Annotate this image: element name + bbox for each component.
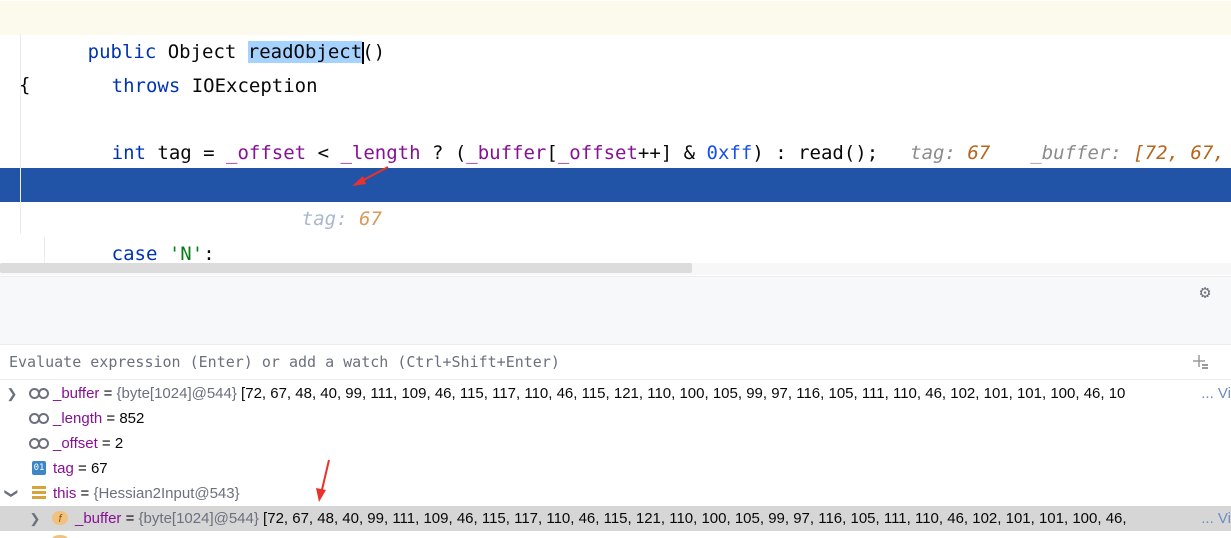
debugger-subbar: ⋮ — [0, 310, 1231, 345]
code-text: tag = — [145, 142, 227, 164]
object-icon — [32, 486, 46, 500]
variables-tree[interactable]: ❯ _buffer = {byte[1024]@544} [72, 67, 48… — [0, 380, 1231, 538]
annotation-arrow-icon — [352, 166, 389, 186]
code-text: < — [306, 142, 341, 164]
evaluate-bar: ⋮ — [0, 345, 1231, 380]
field-icon: f — [52, 511, 68, 525]
field-offset: _offset — [226, 142, 307, 164]
more-icon[interactable]: ⋮ — [1225, 316, 1231, 336]
chevron-right-icon[interactable]: ❯ — [6, 381, 18, 406]
variable-name: tag — [53, 460, 74, 477]
variable-row-buffer[interactable]: ❯ _buffer = {byte[1024]@544} [72, 67, 48… — [0, 381, 1231, 406]
watch-icon — [29, 436, 49, 450]
variable-value: [72, 67, 48, 40, 99, 111, 109, 46, 115, … — [236, 385, 1126, 402]
view-link[interactable]: ... Vi — [1197, 506, 1231, 531]
primitive-icon: 01 — [32, 461, 46, 475]
variable-row-tag[interactable]: 01 tag = 67 — [0, 456, 1231, 481]
equals-sign: = — [97, 435, 115, 452]
code-line-tag-assignment[interactable]: int tag = _offset < _length ? (_buffer[_… — [0, 102, 1231, 164]
variable-value: [72, 67, 48, 40, 99, 111, 109, 46, 115, … — [258, 510, 1127, 527]
keyword-int: int — [111, 142, 146, 164]
variable-name: this — [53, 485, 77, 502]
indent-guide — [20, 34, 21, 234]
equals-sign: = — [99, 385, 117, 402]
equals-sign: = — [73, 460, 91, 477]
variable-type: {byte[1024]@544} — [138, 510, 259, 527]
code-editor[interactable]: public Object readObject() throws IOExce… — [0, 0, 1231, 275]
inline-value-tag: tag: 67 — [910, 142, 991, 164]
evaluate-expression-input[interactable] — [9, 345, 1179, 379]
more-icon[interactable]: ⋮ — [1225, 283, 1231, 303]
variable-name: _offset — [53, 435, 98, 452]
code-line-method-signature[interactable]: public Object readObject() — [0, 1, 1231, 64]
hex-literal: 0xff — [706, 142, 753, 164]
variable-value: 2 — [114, 435, 124, 452]
gear-icon[interactable]: ⚙ — [1195, 283, 1215, 303]
variable-type: {Hessian2Input@543} — [93, 485, 240, 502]
debugger-toolbar: ⚙ ⋮ — [0, 276, 1231, 311]
variable-row-this[interactable]: ❯ this = {Hessian2Input@543} — [0, 481, 1231, 506]
code-line-throws[interactable]: throws IOException — [0, 35, 1231, 97]
equals-sign: = — [76, 485, 94, 502]
watch-icon — [29, 386, 49, 400]
code-text: ++] & — [637, 142, 707, 164]
equals-sign: = — [102, 410, 120, 427]
field-offset: _offset — [557, 142, 638, 164]
code-line-open-brace[interactable]: { — [0, 68, 1231, 102]
watch-icon — [29, 411, 49, 425]
indent-guide — [44, 237, 45, 263]
variable-row-this-buffer[interactable]: ❯ f _buffer = {byte[1024]@544} [72, 67, … — [0, 506, 1231, 531]
plus-icon[interactable] — [1191, 353, 1209, 371]
variable-value: 852 — [119, 410, 145, 427]
chevron-right-icon[interactable]: ❯ — [29, 506, 41, 531]
field-buffer: _buffer — [466, 142, 547, 164]
view-link[interactable]: ... Vi — [1197, 381, 1231, 406]
variable-row-offset[interactable]: _offset = 2 — [0, 431, 1231, 456]
variable-name: _buffer — [75, 510, 122, 527]
chevron-down-icon[interactable]: ❯ — [0, 488, 25, 500]
code-line-case[interactable]: case 'N': — [0, 203, 1231, 265]
code-text: ? ( — [420, 142, 467, 164]
equals-sign: = — [121, 510, 139, 527]
variable-name: _length — [53, 410, 103, 427]
variable-name: _buffer — [53, 385, 100, 402]
code-text: ) : read(); — [752, 142, 879, 164]
variable-type: {byte[1024]@544} — [116, 385, 237, 402]
field-length: _length — [340, 142, 421, 164]
code-text: [ — [546, 142, 558, 164]
more-icon[interactable]: ⋮ — [1225, 351, 1231, 373]
code-line-execution-point[interactable]: switch (tag) {tag: 67 — [0, 168, 1231, 230]
variable-row-length[interactable]: _length = 852 — [0, 406, 1231, 431]
horizontal-scrollbar-thumb[interactable] — [0, 263, 692, 273]
annotation-arrow-icon — [316, 459, 330, 502]
inline-value-buffer: _buffer: [72, 67, 48 — [1030, 142, 1225, 164]
variable-value: 67 — [90, 460, 108, 477]
